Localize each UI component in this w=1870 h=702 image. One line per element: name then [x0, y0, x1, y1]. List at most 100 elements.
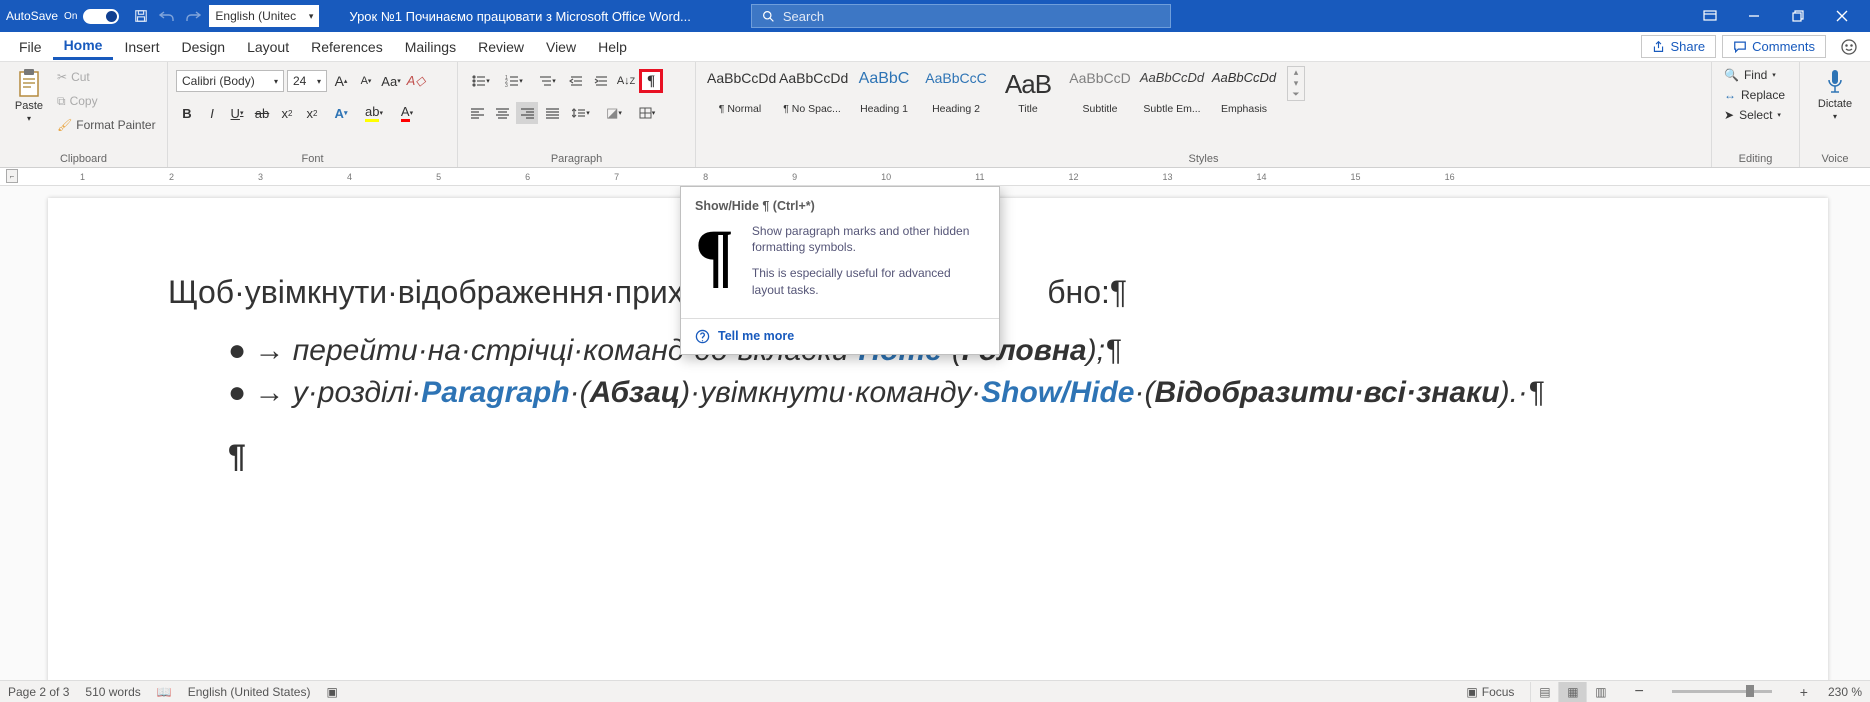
feedback-smiley-icon[interactable]: [1836, 34, 1862, 60]
language-selector[interactable]: English (Unitec ▾: [209, 5, 319, 27]
zoom-in-button[interactable]: +: [1796, 684, 1812, 700]
align-center-button[interactable]: [491, 102, 513, 124]
change-case-button[interactable]: Aa▾: [380, 70, 402, 92]
share-button[interactable]: Share: [1641, 35, 1716, 58]
comments-button[interactable]: Comments: [1722, 35, 1826, 58]
tab-design[interactable]: Design: [170, 35, 236, 59]
search-placeholder: Search: [783, 9, 824, 24]
maximize-button[interactable]: [1776, 1, 1820, 31]
tab-mailings[interactable]: Mailings: [394, 35, 467, 59]
select-button[interactable]: ➤Select▾: [1720, 106, 1789, 124]
format-painter-button[interactable]: 🖌Format Painter: [54, 114, 159, 136]
style-heading-1[interactable]: AaBbCHeading 1: [848, 66, 920, 120]
justify-button[interactable]: [541, 102, 563, 124]
undo-icon[interactable]: [159, 8, 175, 24]
style-subtitle[interactable]: AaBbCcDSubtitle: [1064, 66, 1136, 120]
styles-gallery[interactable]: AaBbCcDd¶ NormalAaBbCcDd¶ No Spac...AaBb…: [704, 66, 1280, 120]
style-name: ¶ Normal: [707, 103, 773, 115]
print-layout-button[interactable]: ▦: [1558, 682, 1586, 702]
tab-references[interactable]: References: [300, 35, 394, 59]
save-icon[interactable]: [133, 8, 149, 24]
style-preview: AaBbCcDd: [779, 71, 845, 85]
style-emphasis[interactable]: AaBbCcDdEmphasis: [1208, 66, 1280, 120]
status-bar: Page 2 of 3 510 words 📖 English (United …: [0, 680, 1870, 702]
styles-more-button[interactable]: ▴▾⏷: [1287, 66, 1305, 101]
tab-view[interactable]: View: [535, 35, 587, 59]
font-name-selector[interactable]: Calibri (Body)▾: [176, 70, 284, 92]
tab-review[interactable]: Review: [467, 35, 535, 59]
increase-indent-button[interactable]: [590, 70, 612, 92]
numbering-button[interactable]: 123▾: [499, 70, 529, 92]
redo-icon[interactable]: [185, 8, 201, 24]
tooltip-tell-me-more[interactable]: Tell me more: [681, 318, 999, 354]
shrink-font-button[interactable]: A▾: [355, 70, 377, 92]
line-spacing-button[interactable]: ▾: [566, 102, 596, 124]
subscript-button[interactable]: x2: [276, 102, 298, 124]
multilevel-list-button[interactable]: ▾: [532, 70, 562, 92]
align-left-button[interactable]: [466, 102, 488, 124]
cut-button[interactable]: ✂Cut: [54, 66, 159, 88]
font-size-selector[interactable]: 24▾: [287, 70, 327, 92]
autosave-state: On: [64, 11, 77, 22]
language-indicator[interactable]: English (United States): [188, 685, 311, 699]
grow-font-button[interactable]: A▴: [330, 70, 352, 92]
autosave-toggle[interactable]: AutoSave On: [6, 9, 119, 24]
ribbon-display-options-icon[interactable]: [1688, 1, 1732, 31]
style-preview: AaBbCcDd: [1211, 71, 1277, 84]
microphone-icon: [1825, 68, 1845, 96]
show-hide-button[interactable]: ¶: [640, 70, 662, 92]
shading-button[interactable]: ◪▾: [599, 102, 629, 124]
web-layout-button[interactable]: ▥: [1586, 682, 1614, 702]
find-button[interactable]: 🔍Find▾: [1720, 66, 1789, 84]
style-preview: AaBbCcC: [923, 71, 989, 85]
search-box[interactable]: Search: [751, 4, 1171, 28]
tab-home[interactable]: Home: [53, 33, 114, 60]
tab-layout[interactable]: Layout: [236, 35, 300, 59]
close-button[interactable]: [1820, 1, 1864, 31]
font-color-button[interactable]: A▾: [392, 102, 422, 124]
highlight-color-button[interactable]: ab▾: [359, 102, 389, 124]
spellcheck-icon[interactable]: 📖: [157, 685, 172, 699]
style-heading-2[interactable]: AaBbCcCHeading 2: [920, 66, 992, 120]
paste-button[interactable]: Paste ▾: [8, 66, 50, 125]
italic-button[interactable]: I: [201, 102, 223, 124]
minimize-button[interactable]: [1732, 1, 1776, 31]
ruler[interactable]: ⌐ 12345678910111213141516: [0, 168, 1870, 186]
zoom-thumb[interactable]: [1746, 685, 1754, 697]
macro-indicator-icon[interactable]: ▣: [326, 685, 337, 699]
copy-button[interactable]: ⧉Copy: [54, 90, 159, 112]
align-right-button[interactable]: [516, 102, 538, 124]
paragraph-group-label: Paragraph: [466, 151, 687, 165]
underline-button[interactable]: U▾: [226, 102, 248, 124]
focus-mode-button[interactable]: ▣ Focus: [1466, 685, 1514, 699]
zoom-slider[interactable]: [1672, 690, 1772, 693]
bullets-button[interactable]: ▾: [466, 70, 496, 92]
borders-button[interactable]: ▾: [632, 102, 662, 124]
tab-selector-icon[interactable]: ⌐: [6, 169, 18, 183]
tab-help[interactable]: Help: [587, 35, 638, 59]
sort-button[interactable]: A↓Z: [615, 70, 637, 92]
document-area[interactable]: Щоб·увімкнути·відображення·прихс бно:¶ ●…: [0, 186, 1870, 684]
style--no-spac-[interactable]: AaBbCcDd¶ No Spac...: [776, 66, 848, 120]
superscript-button[interactable]: x2: [301, 102, 323, 124]
text-effects-button[interactable]: A▾: [326, 102, 356, 124]
dictate-button[interactable]: Dictate ▾: [1814, 66, 1856, 123]
strikethrough-button[interactable]: ab: [251, 102, 273, 124]
clear-formatting-button[interactable]: A◇: [405, 70, 427, 92]
read-mode-button[interactable]: ▤: [1530, 682, 1558, 702]
replace-button[interactable]: ↔Replace: [1720, 86, 1789, 104]
autosave-switch[interactable]: [83, 9, 119, 24]
tab-file[interactable]: File: [8, 35, 53, 59]
style-title[interactable]: AaBTitle: [992, 66, 1064, 120]
decrease-indent-button[interactable]: [565, 70, 587, 92]
style--normal[interactable]: AaBbCcDd¶ Normal: [704, 66, 776, 120]
word-count[interactable]: 510 words: [85, 685, 140, 699]
page-indicator[interactable]: Page 2 of 3: [8, 685, 69, 699]
tab-insert[interactable]: Insert: [113, 35, 170, 59]
ribbon: Paste ▾ ✂Cut ⧉Copy 🖌Format Painter Clipb…: [0, 62, 1870, 168]
zoom-out-button[interactable]: −: [1630, 683, 1647, 701]
style-subtle-em-[interactable]: AaBbCcDdSubtle Em...: [1136, 66, 1208, 120]
zoom-level[interactable]: 230 %: [1828, 685, 1862, 699]
dictate-label: Dictate: [1818, 98, 1852, 110]
bold-button[interactable]: B: [176, 102, 198, 124]
